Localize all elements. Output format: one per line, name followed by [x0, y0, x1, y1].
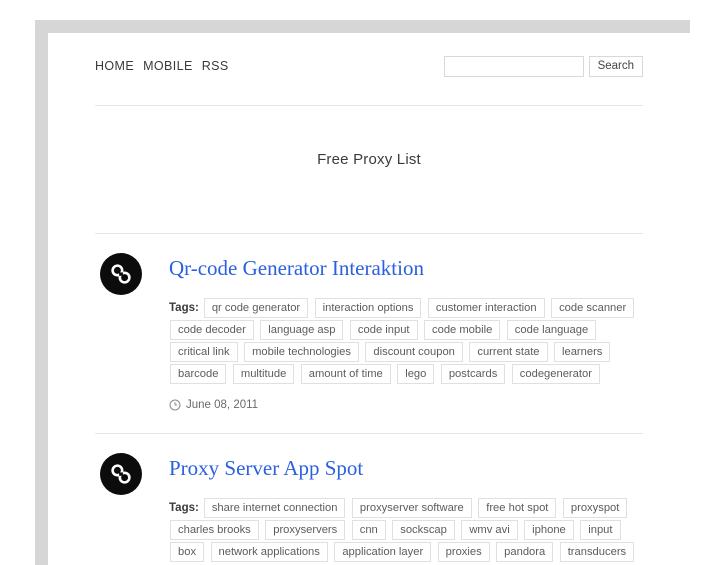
tag-chip[interactable]: proxies [437, 542, 490, 563]
link-chain-icon[interactable] [100, 453, 142, 496]
tag-chip[interactable]: barcode [170, 364, 227, 385]
tag-list: Tags: qr code generator interaction optio… [169, 297, 643, 385]
tag-chip[interactable]: qr code generator [203, 298, 309, 319]
post-item: Proxy Server App Spot Tags: share internet… [95, 434, 643, 565]
nav-link-rss[interactable]: RSS [202, 59, 229, 73]
tag-chip[interactable]: application layer [334, 542, 432, 563]
post-title: Proxy Server App Spot [169, 452, 643, 480]
page-frame: HOME MOBILE RSS Search Free Proxy List Qr-… [35, 20, 690, 565]
tag-chip[interactable]: network applications [210, 542, 328, 563]
content-column: HOME MOBILE RSS Search Free Proxy List Qr-… [95, 33, 643, 565]
tag-chip[interactable]: sockscap [392, 520, 455, 541]
post-date-text: June 08, 2011 [186, 399, 259, 412]
tag-chip[interactable]: iphone [524, 520, 574, 541]
tag-chip[interactable]: language asp [260, 320, 344, 341]
post-list: Qr-code Generator Interaktion Tags: qr cod… [95, 234, 643, 565]
tag-chip[interactable]: current state [469, 342, 548, 363]
tag-chip[interactable]: multitude [232, 364, 295, 385]
tag-chip[interactable]: proxyservers [265, 520, 346, 541]
link-chain-icon[interactable] [100, 253, 142, 295]
post-item: Qr-code Generator Interaktion Tags: qr cod… [95, 234, 643, 411]
tag-chip[interactable]: interaction options [314, 298, 422, 319]
search-button[interactable]: Search [588, 56, 643, 77]
post-body: Proxy Server App Spot Tags: share internet… [169, 452, 643, 563]
tag-chip[interactable]: code decoder [170, 320, 254, 341]
tag-chip[interactable]: code mobile [424, 320, 501, 341]
tag-chip[interactable]: discount coupon [365, 342, 463, 363]
tag-chip[interactable]: cnn [351, 520, 386, 541]
tag-chip[interactable]: charles brooks [170, 520, 259, 541]
post-title-link[interactable]: Proxy Server App Spot [169, 456, 363, 480]
tag-chip[interactable]: code language [506, 320, 597, 341]
tag-chip[interactable]: input [580, 520, 621, 541]
tags-label: Tags: [169, 302, 199, 315]
tag-chip[interactable]: codegenerator [511, 364, 600, 385]
tag-chip[interactable]: amount of time [300, 364, 391, 385]
tag-chip[interactable]: customer interaction [427, 298, 545, 319]
tag-chip[interactable]: box [170, 542, 205, 563]
tag-chip[interactable]: lego [397, 364, 435, 385]
primary-nav: HOME MOBILE RSS [95, 59, 229, 73]
tag-chip[interactable]: mobile technologies [244, 342, 359, 363]
tag-chip[interactable]: postcards [440, 364, 506, 385]
link-chain-icon [111, 264, 131, 284]
page-title: Free Proxy List [317, 151, 421, 168]
tag-chip[interactable]: learners [553, 342, 611, 363]
link-chain-icon [111, 464, 131, 484]
post-title: Qr-code Generator Interaktion [169, 252, 643, 280]
post-body: Qr-code Generator Interaktion Tags: qr cod… [169, 252, 643, 411]
tag-chip[interactable]: critical link [170, 342, 238, 363]
nav-link-mobile[interactable]: MOBILE [143, 59, 193, 73]
nav-link-home[interactable]: HOME [95, 59, 134, 73]
tag-chip[interactable]: code input [349, 320, 418, 341]
tag-list: Tags: share internet connection proxyserv… [169, 497, 643, 563]
post-date: June 08, 2011 [169, 399, 643, 411]
search-input[interactable] [443, 56, 584, 77]
site-header: HOME MOBILE RSS Search [95, 56, 643, 93]
search-box: Search [443, 56, 643, 77]
clock-icon [169, 399, 181, 411]
page-sheet: HOME MOBILE RSS Search Free Proxy List Qr-… [48, 33, 690, 565]
post-title-link[interactable]: Qr-code Generator Interaktion [169, 256, 424, 280]
tags-label: Tags: [169, 502, 199, 515]
tag-chip[interactable]: proxyspot [562, 498, 628, 519]
tag-chip[interactable]: pandora [496, 542, 554, 563]
clock-icon [169, 399, 181, 411]
tag-chip[interactable]: code scanner [551, 298, 635, 319]
tag-chip[interactable]: transducers [559, 542, 635, 563]
tag-chip[interactable]: share internet connection [203, 498, 346, 519]
tag-chip[interactable]: free hot spot [478, 498, 557, 519]
tag-chip[interactable]: wmv avi [461, 520, 518, 541]
tag-chip[interactable]: proxyserver software [351, 498, 472, 519]
